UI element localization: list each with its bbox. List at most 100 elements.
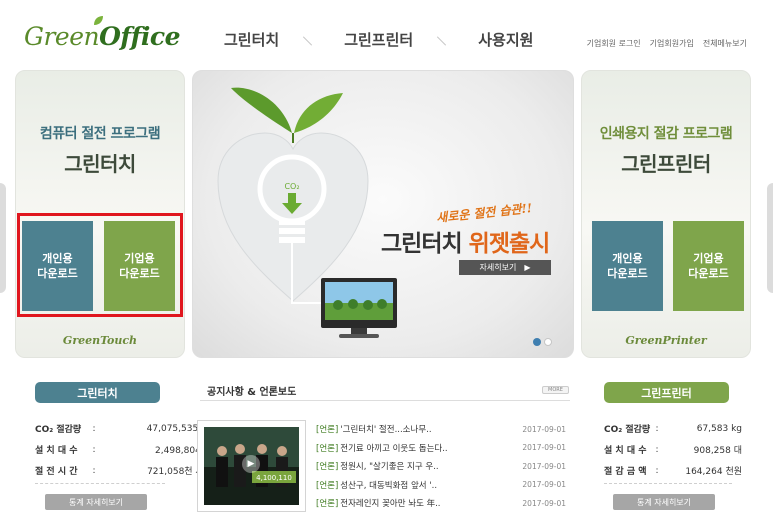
stat-value: 721,058천 시간 bbox=[147, 467, 212, 477]
notice-title: 공지사항 & 언론보도 bbox=[207, 387, 297, 398]
stat-label: CO₂ 절감량 bbox=[35, 425, 82, 435]
news-title: 전자레인지 꽂아만 놔도 年.. bbox=[340, 499, 441, 510]
stat-label: 절 감 금 액 bbox=[604, 467, 647, 477]
panel-subtitle: 인쇄용지 절감 프로그램 bbox=[599, 126, 733, 142]
stat-colon: : bbox=[92, 423, 96, 434]
greenprinter-stats-title: 그린프린터 bbox=[604, 382, 729, 403]
button-label-line1: 기업용 bbox=[693, 252, 724, 265]
stat-colon: : bbox=[92, 465, 96, 476]
stat-row: 절 감 금 액: 164,264 천원 bbox=[604, 460, 742, 481]
news-video-thumbnail[interactable]: 4,100,110 ▶ bbox=[197, 420, 306, 512]
news-item[interactable]: [언론] 전자레인지 꽂아만 놔도 年.. 2017-09-01 bbox=[316, 494, 566, 513]
nav-greenprinter[interactable]: 그린프린터 bbox=[344, 29, 413, 50]
button-label-line2: 다운로드 bbox=[688, 267, 729, 280]
news-date: 2017-09-01 bbox=[522, 498, 566, 508]
news-item[interactable]: [언론] 전기료 아끼고 이웃도 돕는다.. 2017-09-01 bbox=[316, 439, 566, 458]
next-edge-handle[interactable] bbox=[767, 183, 773, 293]
news-category: [언론] bbox=[316, 462, 339, 473]
stat-label: 설 치 대 수 bbox=[35, 446, 78, 456]
banner-more-button[interactable]: 자세히보기 ▶ bbox=[459, 260, 551, 275]
stat-row: 설 치 대 수: 2,498,804 대 bbox=[35, 439, 212, 460]
greenprinter-brand-logo: GreenPrinter bbox=[625, 334, 707, 347]
business-login-link[interactable]: 기업회원 로그인 bbox=[587, 38, 641, 49]
business-download-button[interactable]: 기업용 다운로드 bbox=[673, 221, 744, 311]
stat-value: 2,498,804 대 bbox=[155, 446, 212, 456]
greentouch-stats-title: 그린터치 bbox=[35, 382, 160, 403]
news-item[interactable]: [언론] 성산구, 대동빅화점 앞서 '.. 2017-09-01 bbox=[316, 476, 566, 495]
slide-indicator-1[interactable] bbox=[533, 338, 541, 346]
news-category: [언론] bbox=[316, 480, 339, 491]
panel-title: 그린프린터 bbox=[621, 152, 711, 176]
notice-more-button[interactable]: MORE bbox=[542, 386, 569, 394]
nav-greentouch[interactable]: 그린터치 bbox=[224, 29, 279, 50]
stat-value: 164,264 천원 bbox=[685, 467, 742, 477]
stat-colon: : bbox=[655, 465, 659, 476]
stats-detail-button[interactable]: 통계 자세히보기 bbox=[613, 494, 715, 510]
banner-title-highlight: 위젯출시 bbox=[468, 231, 551, 257]
greenprinter-stats-table: CO₂ 절감량: 67,583 kg 설 치 대 수: 908,258 대 절 감 … bbox=[604, 418, 742, 481]
divider bbox=[35, 483, 165, 484]
panel-title: 그린터치 bbox=[64, 152, 136, 176]
video-frame: 4,100,110 ▶ bbox=[204, 427, 299, 505]
button-label: 기업용 다운로드 bbox=[688, 251, 728, 281]
news-list: [언론] '그린터치' 절전...소나무.. 2017-09-01 [언론] 전기료 … bbox=[316, 420, 566, 513]
play-icon[interactable]: ▶ bbox=[242, 455, 260, 473]
utility-links: 기업회원 로그인 기업회원가입 전체메뉴보기 bbox=[587, 38, 747, 49]
banner-more-label: 자세히보기 bbox=[479, 263, 517, 272]
news-date: 2017-09-01 bbox=[522, 424, 566, 434]
news-category: [언론] bbox=[316, 499, 339, 510]
sitemap-link[interactable]: 전체메뉴보기 bbox=[703, 38, 747, 49]
highlight-frame bbox=[17, 213, 183, 317]
stat-row: 절 전 시 간: 721,058천 시간 bbox=[35, 460, 212, 481]
banner-title-main: 그린터치 bbox=[381, 231, 469, 257]
button-label-line2: 다운로드 bbox=[607, 267, 648, 280]
stat-colon: : bbox=[92, 444, 96, 455]
news-item[interactable]: [언론] 정원시, "살기좋은 지구 우.. 2017-09-01 bbox=[316, 457, 566, 476]
news-title: '그린터치' 절전...소나무.. bbox=[340, 425, 432, 436]
prev-edge-handle[interactable] bbox=[0, 183, 6, 293]
business-signup-link[interactable]: 기업회원가입 bbox=[650, 38, 694, 49]
play-right-icon: ▶ bbox=[524, 263, 531, 272]
news-title: 성산구, 대동빅화점 앞서 '.. bbox=[340, 480, 438, 491]
stat-label: CO₂ 절감량 bbox=[604, 425, 651, 435]
button-label: 개인용 다운로드 bbox=[607, 251, 647, 281]
nav-divider bbox=[413, 33, 478, 47]
stat-value: 67,583 kg bbox=[696, 423, 742, 434]
stat-label: 설 치 대 수 bbox=[604, 446, 647, 456]
greentouch-stats-table: CO₂ 절감량: 47,075,535 kg 설 치 대 수: 2,498,804 … bbox=[35, 418, 212, 481]
stat-colon: : bbox=[655, 444, 659, 455]
stat-value: 47,075,535 kg bbox=[146, 423, 212, 434]
news-title: 전기료 아끼고 이웃도 돕는다.. bbox=[340, 443, 448, 454]
header: GreenOffice 그린터치 그린프린터 사용지원 기업회원 로그인 기업회… bbox=[0, 0, 773, 64]
stat-row: CO₂ 절감량: 47,075,535 kg bbox=[35, 418, 212, 439]
slide-indicator-2[interactable] bbox=[544, 338, 552, 346]
stat-label: 절 전 시 간 bbox=[35, 467, 78, 477]
news-category: [언론] bbox=[316, 443, 339, 454]
personal-download-button[interactable]: 개인용 다운로드 bbox=[592, 221, 663, 311]
news-title: 정원시, "살기좋은 지구 우.. bbox=[340, 462, 439, 473]
leaf-icon bbox=[94, 16, 103, 25]
main-nav: 그린터치 그린프린터 사용지원 bbox=[224, 29, 533, 50]
news-category: [언론] bbox=[316, 425, 339, 436]
video-counter: 4,100,110 bbox=[256, 474, 292, 482]
banner-title: 그린터치 위젯출시 bbox=[381, 224, 551, 258]
stat-colon: : bbox=[655, 423, 659, 434]
button-label-line1: 개인용 bbox=[612, 252, 643, 265]
nav-support[interactable]: 사용지원 bbox=[478, 29, 533, 50]
greenprinter-panel: 인쇄용지 절감 프로그램 그린프린터 개인용 다운로드 기업용 다운로드 Gre… bbox=[581, 70, 751, 358]
divider bbox=[604, 483, 732, 484]
news-date: 2017-09-01 bbox=[522, 480, 566, 490]
stat-row: CO₂ 절감량: 67,583 kg bbox=[604, 418, 742, 439]
nav-divider bbox=[279, 33, 344, 47]
main-banner[interactable]: CO₂ 새로운 절전 습관!! 그린터치 위젯출시 자세히보기 ▶ bbox=[192, 70, 574, 358]
stat-row: 설 치 대 수: 908,258 대 bbox=[604, 439, 742, 460]
news-item[interactable]: [언론] '그린터치' 절전...소나무.. 2017-09-01 bbox=[316, 420, 566, 439]
logo-text-green: Green bbox=[24, 22, 100, 51]
news-date: 2017-09-01 bbox=[522, 443, 566, 453]
panel-subtitle: 컴퓨터 절전 프로그램 bbox=[39, 126, 161, 142]
stats-detail-button[interactable]: 통계 자세히보기 bbox=[45, 494, 147, 510]
divider bbox=[200, 400, 570, 401]
stat-value: 908,258 대 bbox=[693, 446, 742, 456]
news-date: 2017-09-01 bbox=[522, 461, 566, 471]
co2-label: CO₂ bbox=[284, 182, 299, 191]
